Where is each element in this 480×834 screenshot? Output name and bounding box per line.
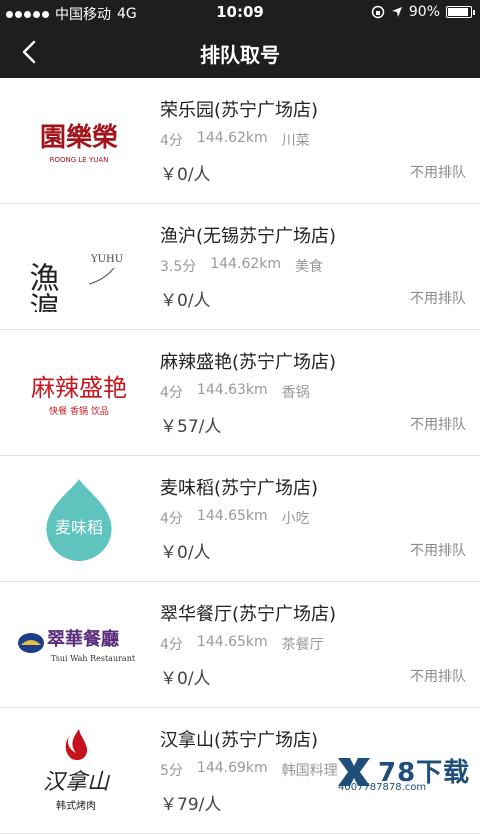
category: 小吃 — [282, 508, 310, 528]
avg-price: ￥0/人 — [160, 538, 211, 563]
status-right: 90% — [371, 4, 472, 20]
logo-text: 漁滬 — [24, 262, 59, 312]
distance: 144.62km — [210, 256, 281, 276]
restaurant-name: 汉拿山(苏宁广场店) — [160, 726, 318, 752]
avg-price: ￥57/人 — [160, 412, 221, 437]
restaurant-logo: 翠華餐廳 Tsui Wah Restaurant — [14, 596, 144, 694]
distance: 144.62km — [197, 130, 268, 150]
distance: 144.65km — [197, 508, 268, 528]
queue-status: 不用排队 — [410, 666, 466, 686]
rating: 3.5分 — [160, 256, 196, 276]
avg-price: ￥0/人 — [160, 160, 211, 185]
restaurant-item[interactable]: 麻辣盛艳 快餐 香锅 饮品 麻辣盛艳(苏宁广场店) 4分 144.63km 香锅… — [0, 330, 480, 456]
watermark-phone: 4007787878.com — [338, 782, 426, 793]
logo-text: 翠華餐廳 — [47, 628, 119, 650]
category: 川菜 — [282, 130, 310, 150]
battery-icon — [446, 6, 472, 18]
logo-subtext: 快餐 香锅 饮品 — [49, 405, 109, 417]
restaurant-list: 園樂榮 ROONG LE YUAN 荣乐园(苏宁广场店) 4分 144.62km… — [0, 78, 480, 834]
restaurant-item[interactable]: 翠華餐廳 Tsui Wah Restaurant 翠华餐厅(苏宁广场店) 4分 … — [0, 582, 480, 708]
restaurant-logo: 汉拿山 韩式烤肉 — [14, 722, 144, 820]
avg-price: ￥0/人 — [160, 664, 211, 689]
restaurant-meta: 5分 144.69km 韩国料理 — [160, 760, 338, 780]
logo-text: 汉拿山 — [43, 770, 111, 795]
rating: 5分 — [160, 760, 183, 780]
nav-bar: 排队取号 — [0, 26, 480, 78]
logo-subtext: 韩式烤肉 — [56, 799, 96, 812]
distance: 144.69km — [197, 760, 268, 780]
location-icon — [391, 6, 403, 18]
restaurant-meta: 4分 144.63km 香锅 — [160, 382, 310, 402]
logo-subtext: ROONG LE YUAN — [50, 156, 109, 164]
restaurant-logo: 園樂榮 ROONG LE YUAN — [14, 92, 144, 190]
restaurant-name: 渔沪(无锡苏宁广场店) — [160, 222, 336, 248]
status-bar: 中国移动 4G 10:09 90% — [0, 0, 480, 26]
avg-price: ￥0/人 — [160, 286, 211, 311]
restaurant-logo: 麻辣盛艳 快餐 香锅 饮品 — [14, 344, 144, 442]
rating: 4分 — [160, 382, 183, 402]
logo-text: 麦味稻 — [55, 518, 103, 537]
restaurant-name: 麦味稻(苏宁广场店) — [160, 474, 318, 500]
watermark: 78下载 4007787878.com — [334, 752, 474, 796]
restaurant-meta: 4分 144.65km 茶餐厅 — [160, 634, 324, 654]
restaurant-name: 麻辣盛艳(苏宁广场店) — [160, 348, 336, 374]
logo-subtext: Tsui Wah Restaurant — [51, 654, 136, 663]
category: 香锅 — [282, 382, 310, 402]
page-title: 排队取号 — [0, 39, 480, 68]
restaurant-name: 翠华餐厅(苏宁广场店) — [160, 600, 336, 626]
rating: 4分 — [160, 130, 183, 150]
restaurant-meta: 4分 144.62km 川菜 — [160, 130, 310, 150]
category: 茶餐厅 — [282, 634, 324, 654]
category: 美食 — [295, 256, 323, 276]
restaurant-meta: 4分 144.65km 小吃 — [160, 508, 310, 528]
battery-percent: 90% — [409, 4, 440, 20]
logo-text: 園樂榮 — [40, 122, 118, 153]
restaurant-name: 荣乐园(苏宁广场店) — [160, 96, 318, 122]
logo-text: 麻辣盛艳 — [31, 374, 127, 402]
restaurant-logo: 漁滬 YUHU — [14, 218, 144, 316]
restaurant-meta: 3.5分 144.62km 美食 — [160, 256, 323, 276]
queue-status: 不用排队 — [410, 162, 466, 182]
distance: 144.65km — [197, 634, 268, 654]
queue-status: 不用排队 — [410, 540, 466, 560]
restaurant-item[interactable]: 園樂榮 ROONG LE YUAN 荣乐园(苏宁广场店) 4分 144.62km… — [0, 78, 480, 204]
rating: 4分 — [160, 634, 183, 654]
rating: 4分 — [160, 508, 183, 528]
lock-rotation-icon — [371, 5, 385, 19]
category: 韩国料理 — [282, 760, 338, 780]
restaurant-item[interactable]: 漁滬 YUHU 渔沪(无锡苏宁广场店) 3.5分 144.62km 美食 ￥0/… — [0, 204, 480, 330]
distance: 144.63km — [197, 382, 268, 402]
restaurant-logo: 麦味稻 — [14, 470, 144, 568]
logo-subtext: YUHU — [90, 254, 123, 265]
avg-price: ￥79/人 — [160, 790, 221, 815]
queue-status: 不用排队 — [410, 288, 466, 308]
restaurant-item[interactable]: 麦味稻 麦味稻(苏宁广场店) 4分 144.65km 小吃 ￥0/人 不用排队 — [0, 456, 480, 582]
queue-status: 不用排队 — [410, 414, 466, 434]
